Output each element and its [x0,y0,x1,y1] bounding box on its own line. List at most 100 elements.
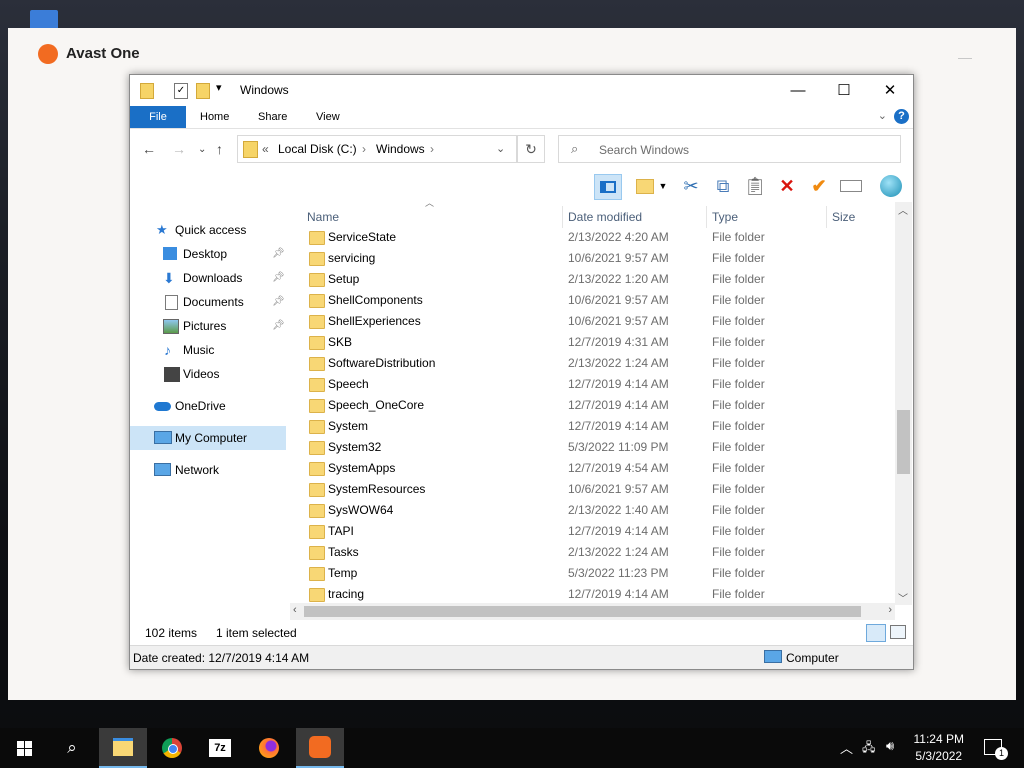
rename-icon[interactable] [838,174,864,198]
delete-icon[interactable]: ✕ [774,174,800,198]
nav-onedrive[interactable]: OneDrive [130,394,286,418]
paste-icon[interactable]: 📋︎ [742,174,768,198]
select-icon[interactable]: ✔ [806,174,832,198]
volume-icon[interactable]: 🔊︎ [886,738,894,754]
file-row[interactable]: servicing 10/6/2021 9:57 AM File folder [297,248,885,269]
file-row[interactable]: Tasks 2/13/2022 1:24 AM File folder [297,542,885,563]
file-explorer-window: ✓ ▾ Windows — ☐ ✕ File Home Share View ⌄… [129,74,914,670]
hidden-icons-chevron-icon[interactable]: ︿ [840,738,853,757]
large-icons-view-icon[interactable] [890,625,906,639]
minimize-button[interactable]: — [775,75,821,105]
folder-icon [309,462,325,476]
file-row[interactable]: System 12/7/2019 4:14 AM File folder [297,416,885,437]
clock[interactable]: 11:24 PM 5/3/2022 [914,731,964,765]
file-row[interactable]: SKB 12/7/2019 4:31 AM File folder [297,332,885,353]
file-row[interactable]: Setup 2/13/2022 1:20 AM File folder [297,269,885,290]
file-row[interactable]: SystemResources 10/6/2021 9:57 AM File fol… [297,479,885,500]
file-row[interactable]: System32 5/3/2022 11:09 PM File folder [297,437,885,458]
avast-minimize-button[interactable] [958,58,972,59]
start-icon[interactable] [0,728,48,768]
forward-button[interactable]: → [172,141,186,157]
nav-network[interactable]: Network [130,458,286,482]
breadcrumb-windows[interactable]: Windows [376,142,425,156]
nav-my-computer[interactable]: My Computer [130,426,286,450]
new-folder-icon[interactable] [196,83,210,99]
firefox-icon[interactable] [245,728,293,768]
nav-desktop[interactable]: Desktop 📌︎ [130,242,286,266]
column-date-modified[interactable]: Date modified [568,206,642,228]
computer-icon [154,431,172,444]
nav-music[interactable]: ♪ Music [130,338,286,362]
new-item-dropdown-icon[interactable]: ▼ [657,174,669,198]
file-row[interactable]: SoftwareDistribution 2/13/2022 1:24 AM Fil… [297,353,885,374]
scroll-right-icon[interactable]: › [888,604,892,616]
notifications-icon[interactable]: 1 [984,739,1008,760]
title-bar[interactable]: ✓ ▾ Windows — ☐ ✕ [130,75,913,105]
column-type[interactable]: Type [712,206,738,228]
search-icon[interactable]: ⌕ [48,728,96,768]
file-row[interactable]: Speech_OneCore 12/7/2019 4:14 AM File fold… [297,395,885,416]
column-size[interactable]: Size [832,206,855,228]
nav-downloads[interactable]: ⬇ Downloads 📌︎ [130,266,286,290]
scroll-up-icon[interactable]: ︿ [898,202,908,217]
scroll-left-icon[interactable]: ‹ [293,604,297,616]
file-date: 10/6/2021 9:57 AM [568,482,669,496]
tab-home[interactable]: Home [200,106,229,128]
7zip-icon[interactable]: 7z [196,728,244,768]
address-bar[interactable]: « Local Disk (C:) › Windows › ⌄ [237,135,517,163]
column-name[interactable]: Name [307,206,339,228]
status-bar: 102 items 1 item selected [130,621,913,643]
new-folder-button-icon[interactable] [632,174,658,198]
maximize-button[interactable]: ☐ [821,75,867,105]
options-icon[interactable] [878,174,904,198]
preview-pane-icon[interactable] [594,174,622,200]
tab-view[interactable]: View [316,106,340,128]
file-row[interactable]: SysWOW64 2/13/2022 1:40 AM File folder [297,500,885,521]
search-input[interactable]: ⌕ Search Windows [558,135,901,163]
file-row[interactable]: tracing 12/7/2019 4:14 AM File folder [297,584,885,605]
file-row[interactable]: SystemApps 12/7/2019 4:54 AM File folder [297,458,885,479]
nav-pictures[interactable]: Pictures 📌︎ [130,314,286,338]
nav-documents[interactable]: Documents 📌︎ [130,290,286,314]
vertical-scrollbar[interactable]: ︿ ﹀ [895,202,912,605]
cut-icon[interactable]: ✂ [678,174,704,198]
copy-icon[interactable]: ⧉ [710,174,736,198]
expand-ribbon-icon[interactable]: ⌄ [878,109,887,122]
folder-icon [309,420,325,434]
address-dropdown-icon[interactable]: ⌄ [496,142,505,155]
refresh-button[interactable]: ↻ [517,135,545,163]
file-row[interactable]: ShellComponents 10/6/2021 9:57 AM File fol… [297,290,885,311]
avast-icon[interactable] [296,728,344,768]
desktop-shortcut-icon[interactable] [30,10,58,30]
vertical-scroll-thumb[interactable] [897,410,910,474]
file-row[interactable]: ServiceState 2/13/2022 4:20 AM File folder [297,227,885,248]
details-view-icon[interactable] [866,624,886,642]
file-date: 10/6/2021 9:57 AM [568,293,669,307]
horizontal-scroll-thumb[interactable] [304,606,861,617]
file-row[interactable]: ShellExperiences 10/6/2021 9:57 AM File fo… [297,311,885,332]
file-explorer-icon[interactable] [99,728,147,768]
chrome-icon[interactable] [148,728,196,768]
file-row[interactable]: TAPI 12/7/2019 4:14 AM File folder [297,521,885,542]
tab-share[interactable]: Share [258,106,287,128]
horizontal-scrollbar[interactable]: ‹ › [290,603,895,620]
scroll-down-icon[interactable]: ﹀ [898,590,908,605]
properties-icon[interactable]: ✓ [174,83,188,99]
close-button[interactable]: ✕ [867,75,913,105]
network-tray-icon[interactable]: 🖧︎ [862,738,875,759]
tab-file[interactable]: File [130,106,186,128]
breadcrumb-local-disk[interactable]: Local Disk (C:) [278,142,357,156]
file-row[interactable]: Temp 5/3/2022 11:23 PM File folder [297,563,885,584]
breadcrumb-overflow[interactable]: « [262,142,269,156]
help-icon[interactable]: ? [894,109,909,124]
back-button[interactable]: ← [142,141,156,157]
recent-locations-icon[interactable]: ⌄ [198,144,206,155]
up-button[interactable]: ↑ [216,141,223,157]
quick-access-dropdown-icon[interactable]: ▾ [216,81,222,94]
file-row[interactable]: Speech 12/7/2019 4:14 AM File folder [297,374,885,395]
file-date: 2/13/2022 1:24 AM [568,356,669,370]
nav-videos[interactable]: Videos [130,362,286,386]
nav-quick-access[interactable]: ★ Quick access [130,218,286,242]
file-type: File folder [712,398,765,412]
clock-date: 5/3/2022 [915,749,963,763]
